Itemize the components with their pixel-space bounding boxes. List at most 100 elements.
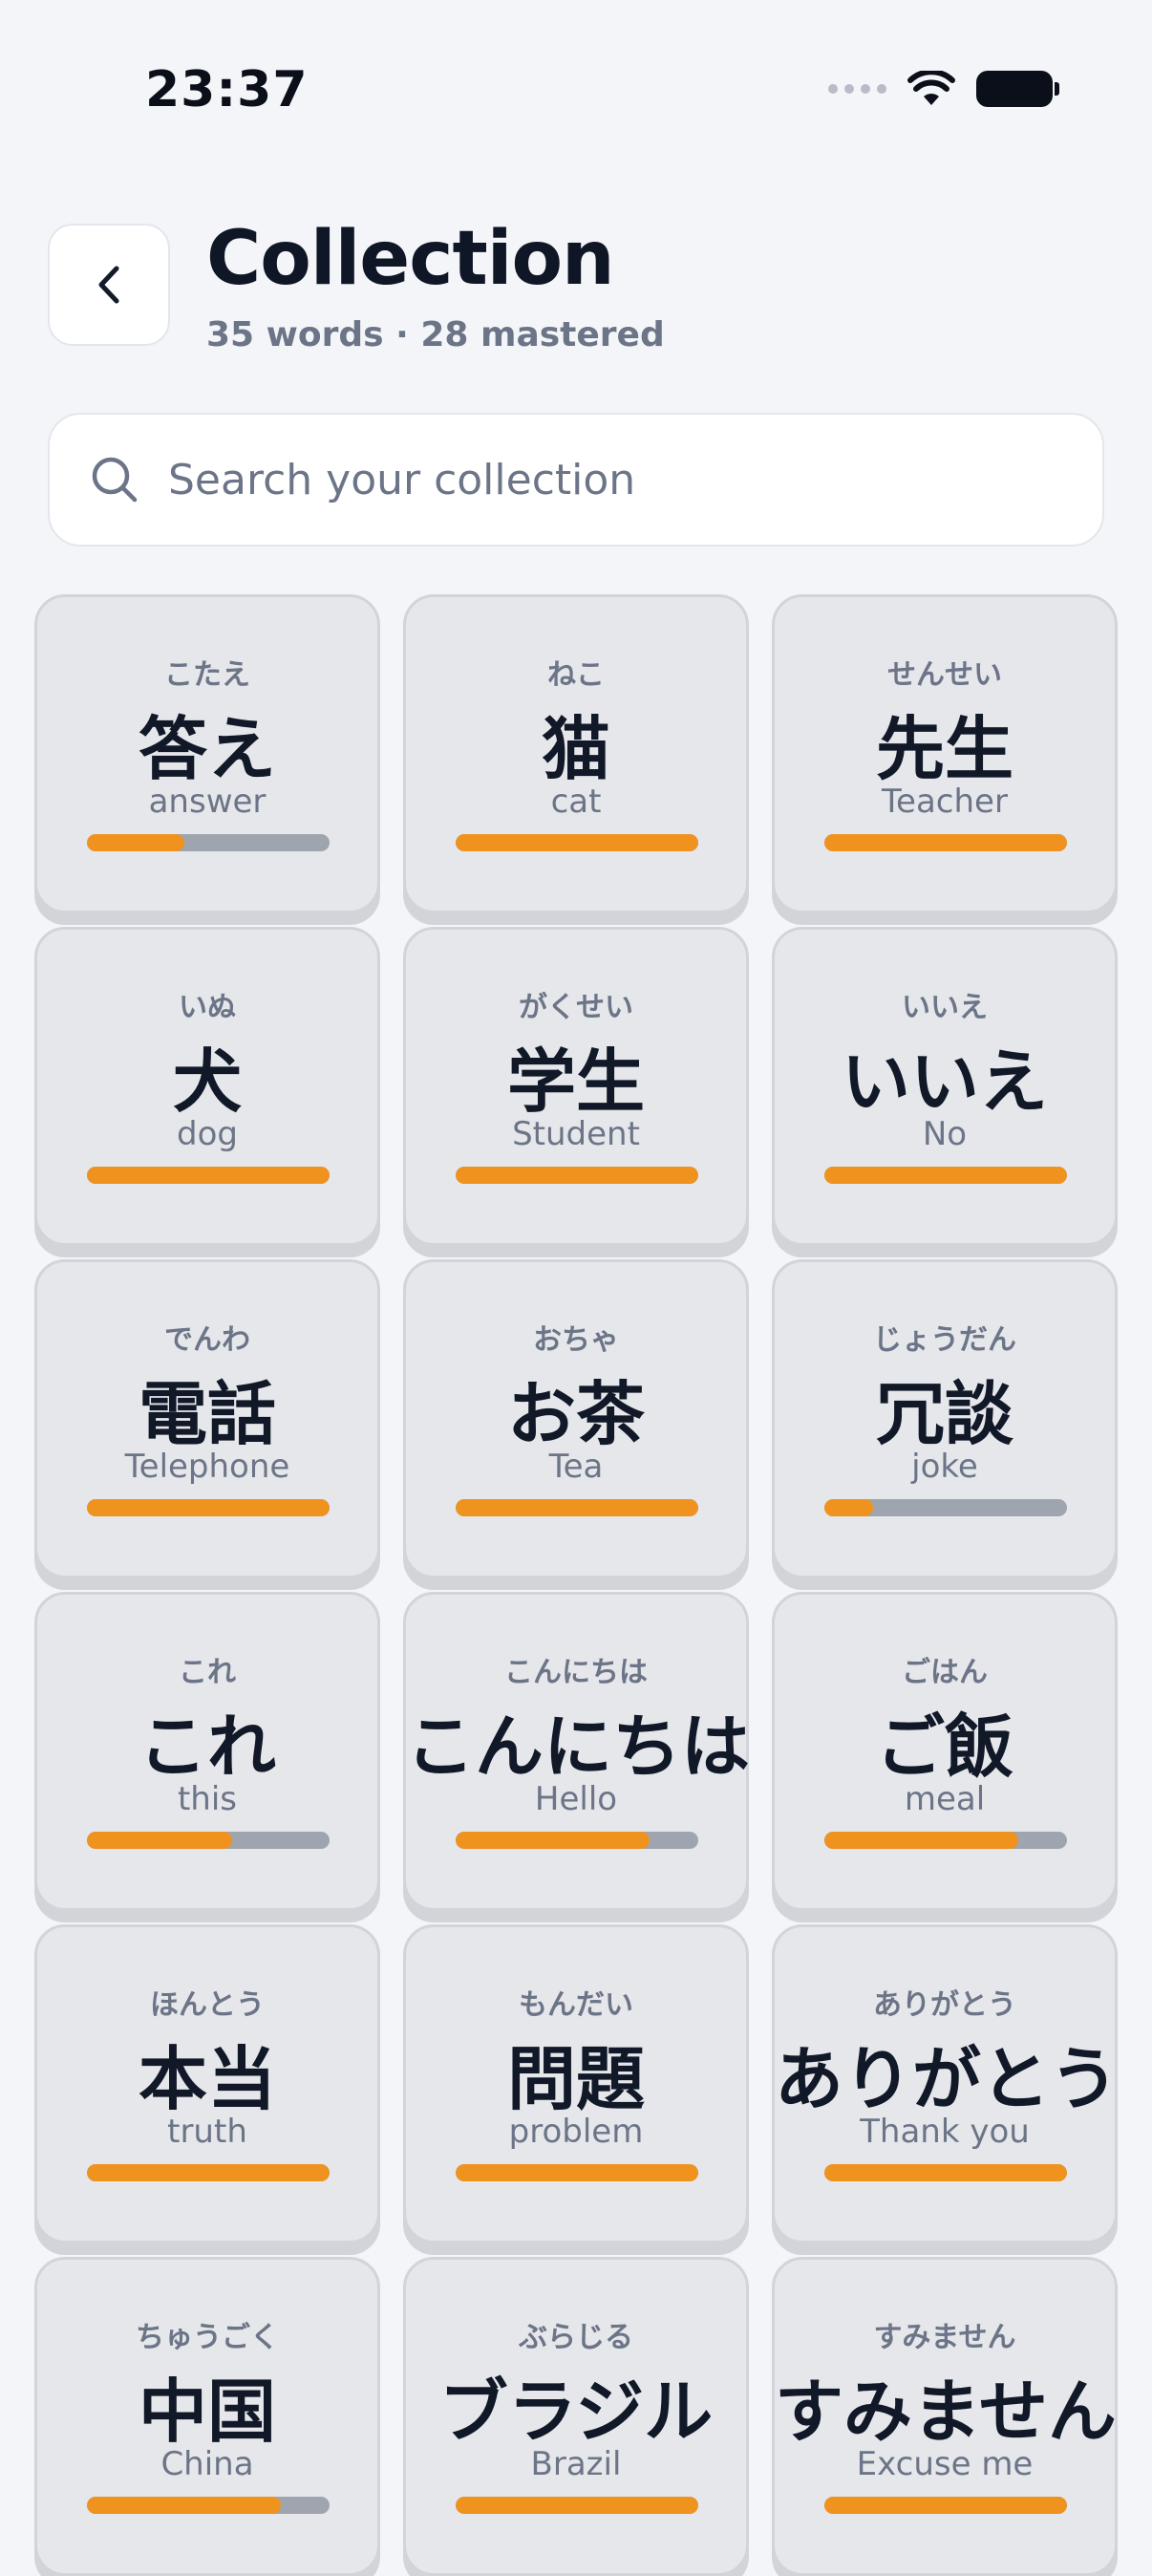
mastery-progress-fill [824,1499,873,1516]
word-reading: ありがとう [873,1988,1016,2022]
mastery-progress-fill [824,2164,1067,2181]
word-meaning: China [160,2445,254,2483]
word-meaning: truth [167,2113,247,2151]
cellular-signal-icon [828,84,886,94]
word-meaning: Telephone [124,1448,290,1486]
word-card[interactable]: もんだい 問題 problem [403,1924,749,2243]
word-text: ありがとう [775,2039,1120,2119]
word-text: 本当 [138,2039,276,2119]
word-meaning: Hello [534,1780,618,1818]
mastery-progress-fill [87,2497,282,2514]
word-text: いいえ [841,1041,1048,1122]
battery-icon [976,71,1059,107]
word-card[interactable]: こんにちは こんにちは Hello [403,1592,751,1911]
word-meaning: Thank you [860,2113,1030,2151]
mastery-progress-fill [456,1167,698,1184]
mastery-progress-bar [456,1167,698,1184]
mastery-progress-bar [456,1832,698,1849]
mastery-progress-bar [824,834,1067,851]
word-text: 猫 [541,709,610,789]
search-icon [92,457,138,503]
word-card[interactable]: いぬ犬 dog [34,927,380,1246]
mastery-progress-bar [87,1499,330,1516]
word-reading: じょうだん [873,1323,1016,1357]
mastery-progress-fill [456,834,698,851]
word-reading: ほんとう [150,1988,265,2022]
word-reading: いぬ [179,991,236,1024]
word-text: これ [138,1707,276,1787]
mastery-progress-fill [456,1499,698,1516]
word-meaning: cat [550,783,602,821]
word-card[interactable]: でんわ電話 Telephone [34,1259,380,1578]
word-meaning: Brazil [530,2445,622,2483]
word-card[interactable]: おちゃ お茶 Tea [403,1259,749,1578]
word-reading: ぶらじる [519,2321,633,2354]
collection-stats: 35 words · 28 mastered [206,315,665,354]
word-card[interactable]: ごはん ご飯 meal [772,1592,1118,1911]
search-input[interactable] [168,455,1028,504]
word-text: お茶 [506,1374,645,1454]
word-text: すみません [775,2372,1117,2452]
word-card[interactable]: いいえ いいえ No [772,927,1118,1246]
word-reading: もんだい [519,1988,633,2022]
word-card[interactable]: こたえ 答え answer [34,594,380,913]
word-reading: せんせい [887,658,1002,692]
word-text: 犬 [172,1041,242,1122]
word-reading: いいえ [902,991,988,1024]
status-bar: 23:37 [0,0,1152,182]
page-title: Collection [206,216,615,302]
mastery-progress-fill [87,1167,330,1184]
word-meaning: Excuse me [856,2445,1034,2483]
word-text: 先生 [875,709,1013,789]
mastery-progress-bar [456,834,698,851]
mastery-progress-bar [456,2497,698,2514]
mastery-progress-fill [824,1832,1019,1849]
mastery-progress-fill [87,1499,330,1516]
mastery-progress-fill [87,834,184,851]
mastery-progress-bar [87,1832,330,1849]
word-meaning: problem [508,2113,644,2151]
word-text: 冗談 [875,1374,1013,1454]
word-card[interactable]: ねこ猫 cat [403,594,749,913]
word-reading: こんにちは [504,1656,648,1689]
mastery-progress-bar [824,1832,1067,1849]
mastery-progress-fill [824,834,1067,851]
word-reading: こたえ [164,658,250,692]
status-icons [828,71,1059,107]
word-card[interactable]: ほんとう本当 truth [34,1924,380,2243]
mastery-progress-bar [87,1167,330,1184]
search-bar[interactable] [48,413,1104,547]
mastery-progress-fill [824,2497,1067,2514]
word-card[interactable]: ありがとう ありがとう Thank you [772,1924,1120,2243]
chevron-left-icon [98,266,119,304]
word-text: ご飯 [875,1707,1013,1787]
mastery-progress-fill [87,2164,330,2181]
word-meaning: Tea [548,1448,604,1486]
word-reading: すみません [873,2321,1016,2354]
word-card[interactable]: じょうだん冗談 joke [772,1259,1118,1578]
word-card[interactable]: これ これ this [34,1592,380,1911]
word-card[interactable]: ちゅうごく 中国 China [34,2257,380,2576]
wifi-icon [907,71,955,105]
mastery-progress-bar [87,834,330,851]
mastery-progress-bar [824,2164,1067,2181]
word-meaning: No [922,1115,968,1153]
word-grid: こたえ 答え answer ねこ猫 cat せんせい 先生 Teacher いぬ犬 dog がくせい… [34,594,1120,2576]
mastery-progress-bar [456,2164,698,2181]
word-card[interactable]: すみません すみません Excuse me [772,2257,1118,2576]
word-meaning: this [177,1780,238,1818]
mastery-progress-bar [824,1499,1067,1516]
word-card[interactable]: がくせい 学生 Student [403,927,749,1246]
mastery-progress-fill [456,2497,698,2514]
word-reading: でんわ [164,1323,250,1357]
word-text: こんにちは [406,1707,751,1787]
mastery-progress-bar [824,2497,1067,2514]
word-text: 電話 [138,1374,276,1454]
mastery-progress-bar [824,1167,1067,1184]
word-meaning: joke [911,1448,978,1486]
back-button[interactable] [48,224,170,346]
mastery-progress-fill [456,2164,698,2181]
word-reading: ごはん [902,1656,988,1689]
word-card[interactable]: せんせい 先生 Teacher [772,594,1118,913]
word-card[interactable]: ぶらじる ブラジル Brazil [403,2257,749,2576]
